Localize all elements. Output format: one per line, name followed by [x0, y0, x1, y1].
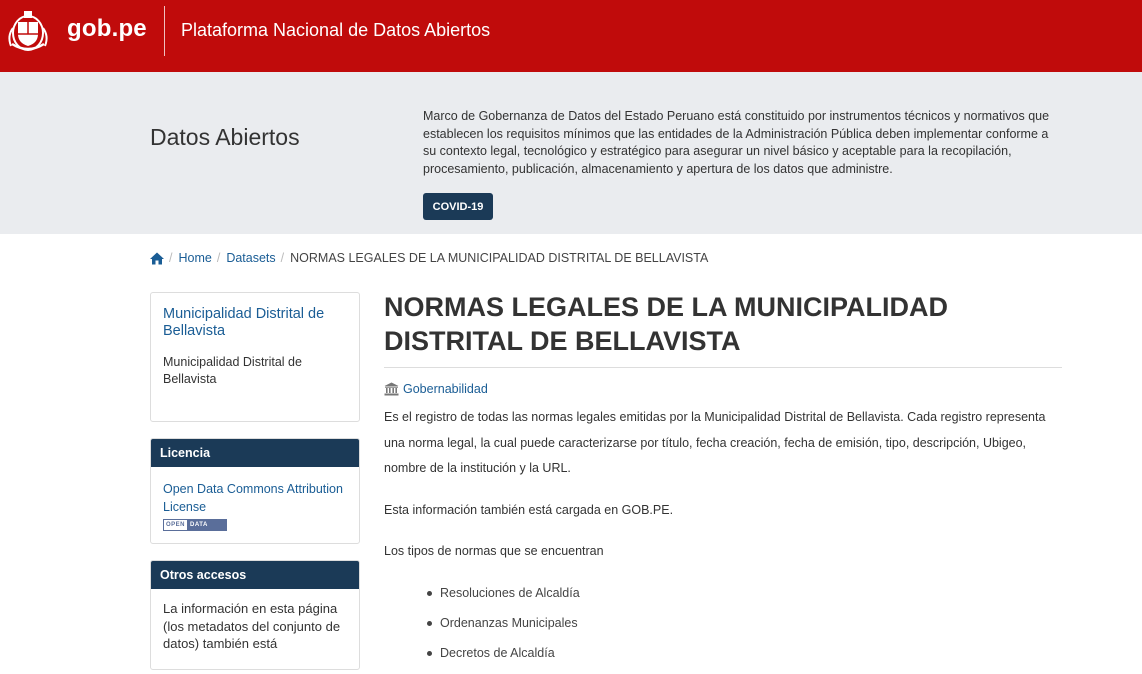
- other-access-text: La información en esta página (los metad…: [163, 601, 341, 651]
- open-data-badge[interactable]: OPEN DATA: [163, 519, 227, 531]
- top-header: gob.pe Plataforma Nacional de Datos Abie…: [0, 0, 1142, 72]
- hero-description: Marco de Gobernanza de Datos del Estado …: [423, 109, 1050, 176]
- header-divider: [164, 6, 165, 56]
- norm-types-list: Resoluciones de Alcaldía Ordenanzas Muni…: [427, 584, 580, 674]
- organization-description: Municipalidad Distrital de Bellavista: [163, 355, 302, 386]
- breadcrumb-separator: /: [169, 251, 173, 265]
- open-data-badge-left: OPEN: [164, 520, 188, 530]
- gob-pe-logo[interactable]: gob.pe: [67, 15, 147, 43]
- hero-title: Datos Abiertos: [150, 124, 300, 150]
- platform-title[interactable]: Plataforma Nacional de Datos Abiertos: [181, 20, 490, 41]
- gobpe-note: Esta información también está cargada en…: [384, 503, 674, 517]
- home-icon[interactable]: [150, 252, 164, 265]
- organization-link[interactable]: Municipalidad Distrital de Bellavista: [163, 306, 347, 340]
- topic-link[interactable]: Gobernabilidad: [403, 382, 488, 396]
- breadcrumb-home-link[interactable]: Home: [178, 251, 211, 265]
- topic-tag: Gobernabilidad: [384, 382, 488, 396]
- norm-types-intro: Los tipos de normas que se encuentran: [384, 544, 604, 558]
- list-item: Decretos de Alcaldía: [427, 644, 580, 674]
- list-item: Resoluciones de Alcaldía: [427, 584, 580, 614]
- breadcrumb: / Home / Datasets / NORMAS LEGALES DE LA…: [150, 251, 708, 265]
- breadcrumb-separator: /: [216, 251, 221, 265]
- breadcrumb-datasets-link[interactable]: Datasets: [226, 251, 275, 265]
- title-divider: [384, 367, 1062, 368]
- license-card: Licencia Open Data Commons Attribution L…: [150, 438, 360, 544]
- institution-icon: [384, 382, 399, 396]
- license-heading: Licencia: [151, 439, 359, 467]
- open-data-badge-right: DATA: [187, 520, 226, 530]
- dataset-title: NORMAS LEGALES DE LA MUNICIPALIDAD DISTR…: [384, 292, 948, 356]
- covid-19-button[interactable]: COVID-19: [423, 193, 493, 220]
- other-access-heading: Otros accesos: [151, 561, 359, 589]
- organization-card: Municipalidad Distrital de Bellavista Mu…: [150, 292, 360, 422]
- list-item: Ordenanzas Municipales: [427, 614, 580, 644]
- peru-coat-of-arms-icon[interactable]: [4, 8, 52, 54]
- license-link[interactable]: Open Data Commons Attribution License: [163, 480, 347, 516]
- hero-banner: Datos Abiertos Marco de Gobernanza de Da…: [0, 72, 1142, 234]
- dataset-description: Es el registro de todas las normas legal…: [384, 410, 1046, 475]
- breadcrumb-separator: /: [280, 251, 285, 265]
- breadcrumb-current: NORMAS LEGALES DE LA MUNICIPALIDAD DISTR…: [290, 251, 709, 265]
